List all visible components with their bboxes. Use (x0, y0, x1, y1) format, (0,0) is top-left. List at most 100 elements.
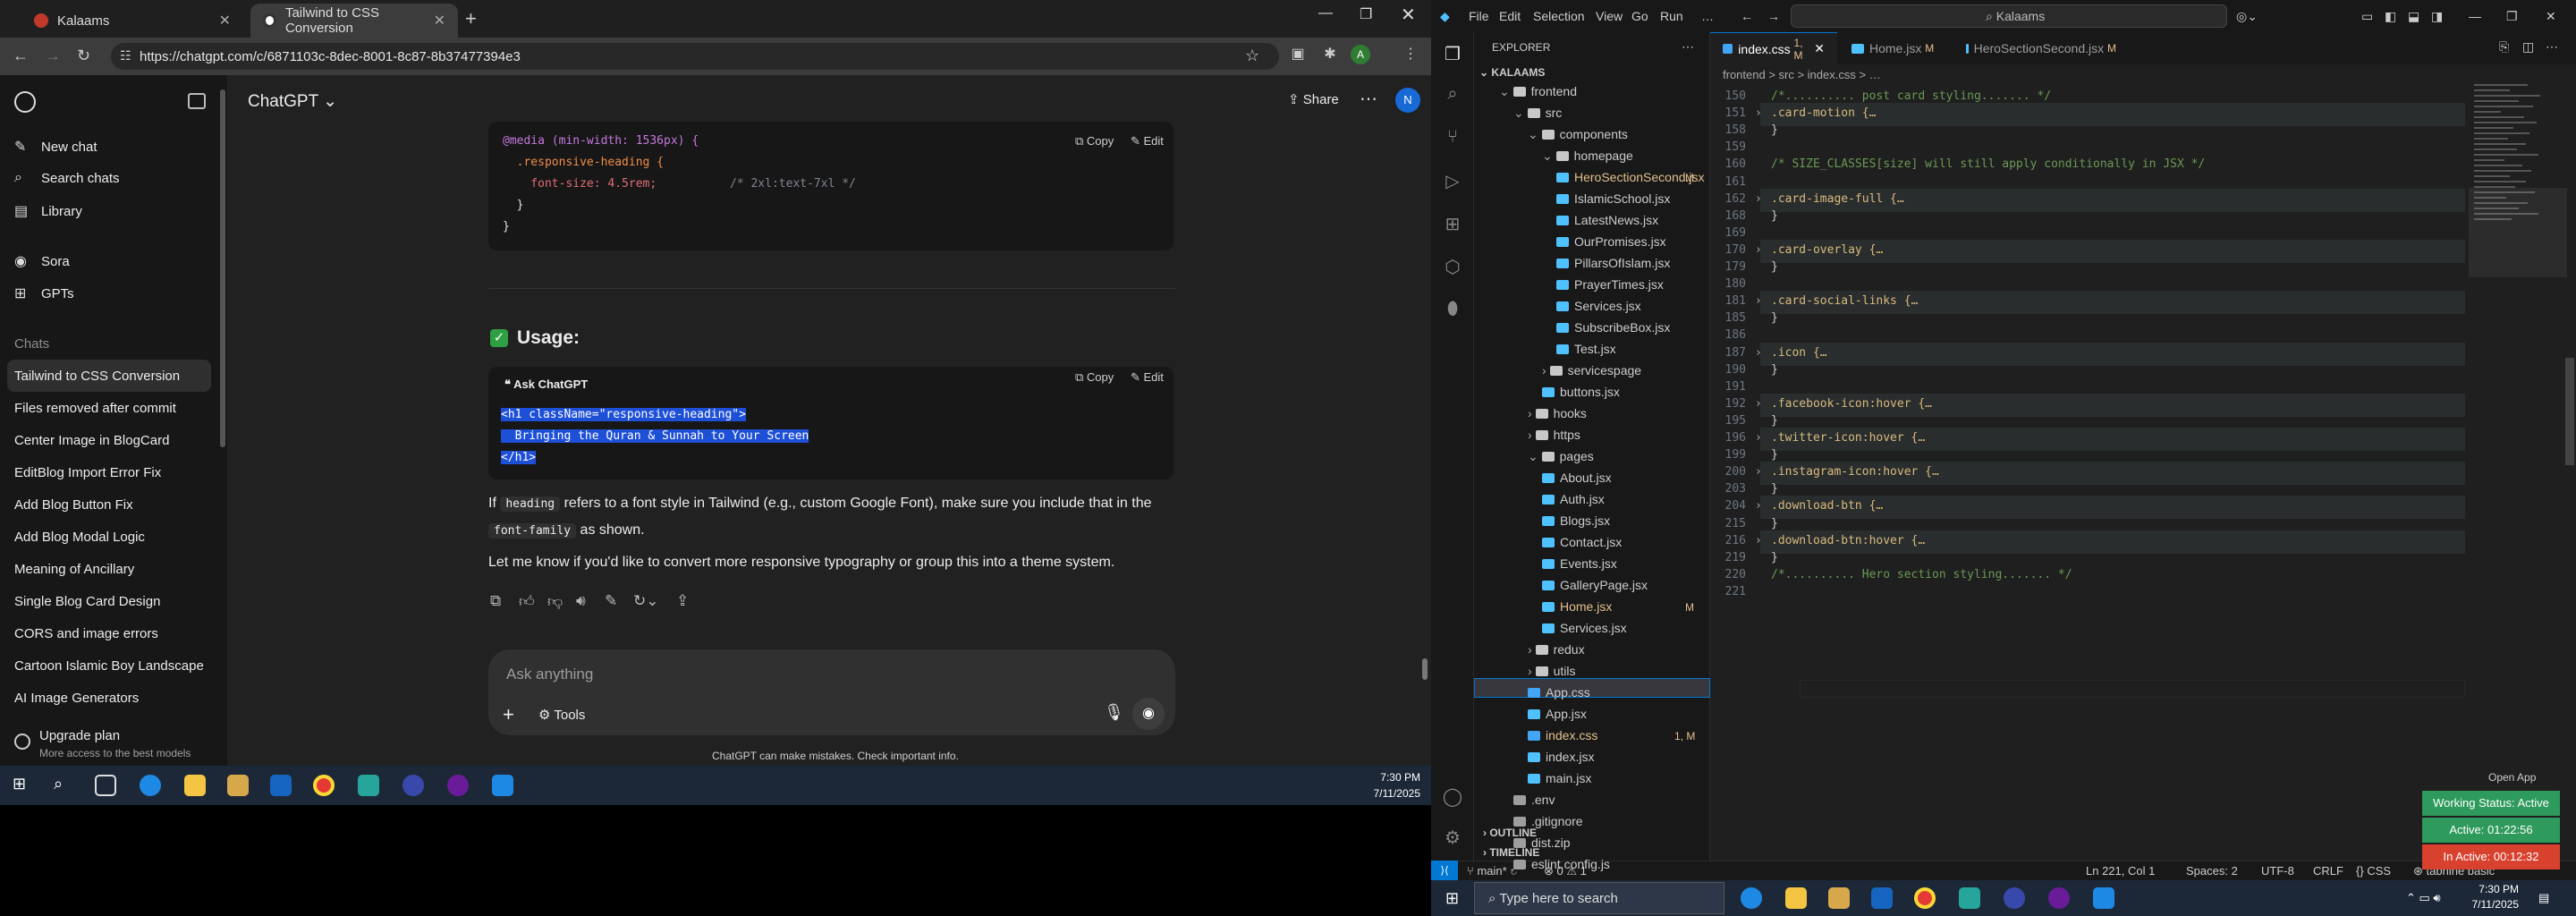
ask-chatgpt-button[interactable]: ❝ Ask ChatGPT (504, 377, 588, 392)
copy-code-button[interactable]: ⧉ Copy (1075, 134, 1114, 148)
zoom-icon[interactable] (402, 775, 424, 796)
open-app-button[interactable]: Open App (2488, 771, 2536, 784)
toggle-panel-icon[interactable]: ⬓ (2408, 9, 2419, 24)
tree-folder[interactable]: ⌄ pages (1528, 449, 1594, 464)
edit-code-button[interactable]: ✎ Edit (1131, 370, 1164, 385)
accounts-icon[interactable]: ◯ (1442, 785, 1463, 807)
notifications-icon[interactable]: ▤ (2538, 891, 2549, 905)
explorer-icon[interactable]: ❐ (1442, 43, 1463, 64)
tree-file[interactable]: App.css (1528, 685, 1590, 700)
user-avatar[interactable]: N (1395, 88, 1420, 113)
fold-chevron-icon[interactable]: › (1755, 465, 1762, 479)
code-line[interactable]: } (1771, 551, 1778, 564)
editor-scrollbar[interactable] (2565, 358, 2574, 465)
chrome-icon[interactable] (1914, 887, 1936, 909)
tree-folder[interactable]: ⌄ homepage (1542, 148, 1633, 164)
sidebar-item-new-chat[interactable]: ✎ New chat (14, 138, 97, 156)
fold-chevron-icon[interactable]: › (1755, 294, 1762, 308)
code-line[interactable]: } (1771, 123, 1778, 137)
sidebar-item-search-chats[interactable]: ⌕ Search chats (14, 170, 120, 186)
sidebar-scrollbar[interactable] (220, 89, 225, 447)
project-root[interactable]: ⌄ KALAAMS (1479, 66, 1545, 79)
code-line[interactable]: .download-btn {… (1771, 499, 1883, 513)
close-tab-icon[interactable]: ✕ (1814, 41, 1825, 56)
copy-icon[interactable]: ⧉ (490, 592, 501, 610)
code-comment[interactable]: /*.......... Hero section styling.......… (1771, 568, 2072, 581)
minimize-icon[interactable]: — (1318, 5, 1333, 21)
browser-tab-kalaams[interactable]: Kalaams ✕ (21, 4, 243, 38)
thumbs-up-icon[interactable]: 👍︎ (519, 592, 535, 611)
vscode-icon[interactable] (492, 775, 513, 796)
menu-more[interactable]: … (1701, 9, 1714, 23)
tree-file[interactable]: Auth.jsx (1542, 492, 1605, 506)
code-line[interactable]: } (1771, 363, 1778, 377)
split-editor-icon[interactable]: ◫ (2522, 39, 2534, 55)
breadcrumb[interactable]: frontend > src > index.css > … (1723, 68, 1881, 81)
menu-run[interactable]: Run (1660, 9, 1683, 23)
task-view-icon[interactable] (95, 775, 116, 796)
taskbar-search-placeholder[interactable]: ⌕ Type here to search (1488, 891, 1618, 906)
tree-file[interactable]: index.css (1528, 728, 1597, 742)
thumbs-down-icon[interactable]: 👎︎ (547, 592, 563, 611)
fold-chevron-icon[interactable]: › (1755, 192, 1762, 206)
menu-file[interactable]: File (1469, 9, 1489, 23)
file-explorer-icon[interactable] (1785, 887, 1807, 909)
extensions-puzzle-icon[interactable]: ✱ (1320, 45, 1340, 64)
tree-file[interactable]: .env (1513, 793, 1555, 807)
composer-input[interactable]: Ask anything (506, 666, 593, 683)
chat-item[interactable]: Meaning of Ancillary (14, 562, 134, 577)
close-tab-icon[interactable]: ✕ (219, 12, 231, 30)
browser-menu-icon[interactable]: ⋮ (1401, 45, 1420, 64)
more-options-icon[interactable]: ⋯ (1360, 88, 1377, 110)
tree-file[interactable]: .gitignore (1513, 814, 1583, 828)
tree-folder[interactable]: ⌄ src (1513, 106, 1562, 121)
share-response-icon[interactable]: ⇪ (676, 592, 689, 610)
maximize-icon[interactable]: ❐ (1360, 5, 1372, 23)
fold-chevron-icon[interactable]: › (1755, 346, 1762, 360)
open-changes-icon[interactable]: ⎘ (2499, 39, 2509, 55)
remote-explorer-icon[interactable]: ⬡ (1442, 256, 1463, 277)
fold-chevron-icon[interactable]: › (1755, 534, 1762, 547)
code-line[interactable]: } (1771, 414, 1778, 428)
menu-go[interactable]: Go (1631, 9, 1648, 23)
tree-folder[interactable]: › hooks (1528, 406, 1587, 420)
tree-file[interactable]: Home.jsx (1542, 599, 1612, 614)
tree-file[interactable]: LatestNews.jsx (1556, 213, 1658, 227)
toggle-sidebar-icon[interactable]: ◧ (2385, 9, 2396, 24)
profile-avatar-icon[interactable]: A (1351, 45, 1370, 64)
tree-file[interactable]: dist.zip (1513, 835, 1571, 850)
store-icon[interactable] (1828, 887, 1850, 909)
tree-file[interactable]: OurPromises.jsx (1556, 234, 1666, 249)
extensions-icon[interactable]: ⊞ (1442, 213, 1463, 234)
tree-file[interactable]: Events.jsx (1542, 556, 1617, 571)
code-comment[interactable]: /*.......... post card styling....... */ (1771, 89, 2051, 103)
code-line[interactable]: .card-motion {… (1771, 106, 1876, 120)
outlook-icon[interactable] (1871, 887, 1893, 909)
tree-file[interactable]: eslint.config.js (1513, 857, 1610, 871)
search-icon[interactable]: ⌕ (54, 775, 75, 796)
code-line[interactable]: .card-social-links {… (1771, 294, 1918, 308)
run-debug-icon[interactable]: ▷ (1442, 170, 1463, 191)
read-aloud-icon[interactable]: 🔊︎ (576, 592, 586, 610)
fold-chevron-icon[interactable]: › (1755, 243, 1762, 257)
source-control-icon[interactable]: ⑂ (1442, 127, 1463, 148)
code-line[interactable]: .instagram-icon:hover {… (1771, 465, 1939, 479)
tree-folder[interactable]: › utils (1528, 664, 1575, 678)
bookmark-star-icon[interactable]: ☆ (1245, 47, 1259, 65)
voice-mode-icon[interactable]: ◉ (1132, 698, 1165, 730)
forward-icon[interactable]: → (45, 47, 61, 65)
tree-folder[interactable]: › servicespage (1542, 363, 1641, 377)
microphone-icon[interactable]: 🎙︎ (1104, 703, 1124, 722)
tree-folder[interactable]: › redux (1528, 642, 1585, 657)
chrome-icon[interactable] (313, 775, 335, 796)
chat-scrollbar[interactable] (1422, 658, 1428, 680)
sidebar-item-sora[interactable]: ◉ Sora (14, 252, 70, 270)
site-info-icon[interactable]: ☷ (120, 48, 131, 64)
chat-item[interactable]: Add Blog Button Fix (14, 497, 133, 513)
app-icon[interactable] (1959, 887, 1980, 909)
chat-item[interactable]: Tailwind to CSS Conversion (14, 369, 180, 384)
url-text[interactable]: https://chatgpt.com/c/6871103c-8dec-8001… (140, 49, 521, 64)
chat-item[interactable]: Center Image in BlogCard (14, 433, 169, 448)
edit-in-canvas-icon[interactable]: ✎ (605, 592, 617, 610)
code-line[interactable]: .card-overlay {… (1771, 243, 1883, 257)
